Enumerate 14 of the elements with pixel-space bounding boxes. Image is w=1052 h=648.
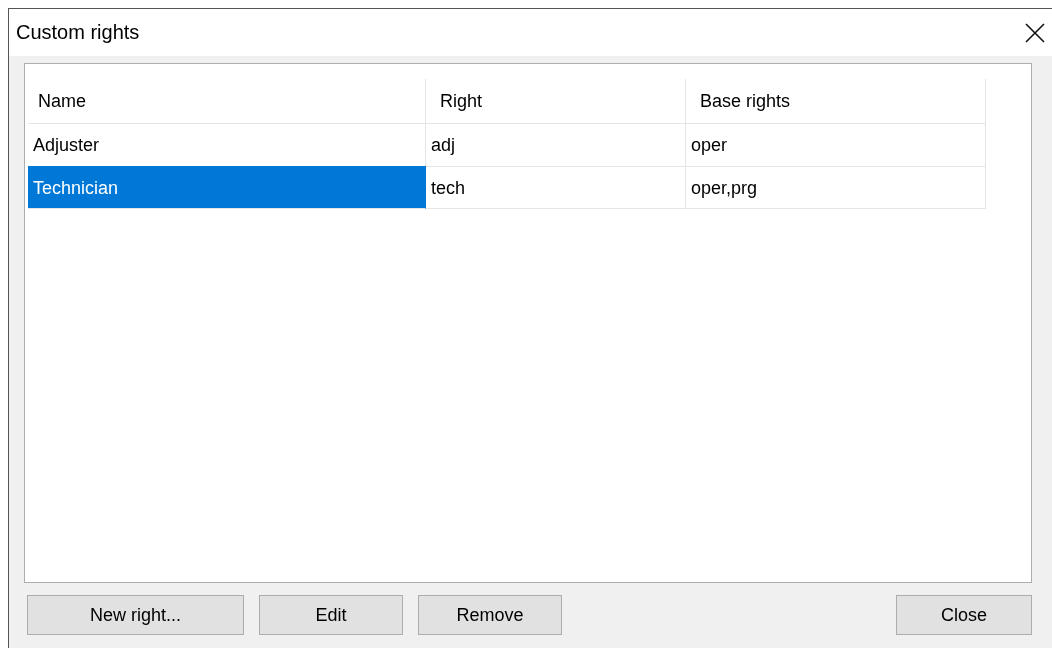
- column-header[interactable]: Right: [426, 79, 686, 123]
- table-cell[interactable]: Technician: [28, 166, 426, 209]
- table-cell[interactable]: oper: [686, 123, 986, 166]
- dialog-button[interactable]: Edit: [259, 595, 403, 635]
- table-cell[interactable]: tech: [426, 166, 686, 209]
- dialog-button[interactable]: New right...: [27, 595, 244, 635]
- close-icon[interactable]: [1025, 22, 1045, 43]
- window-title: Custom rights: [16, 21, 140, 44]
- dialog-button[interactable]: Close: [896, 595, 1032, 635]
- table-cell[interactable]: adj: [426, 123, 686, 166]
- column-header[interactable]: Base rights: [686, 79, 986, 123]
- table-cell[interactable]: oper,prg: [686, 166, 986, 209]
- column-header[interactable]: Name: [28, 79, 426, 123]
- dialog-button[interactable]: Remove: [418, 595, 562, 635]
